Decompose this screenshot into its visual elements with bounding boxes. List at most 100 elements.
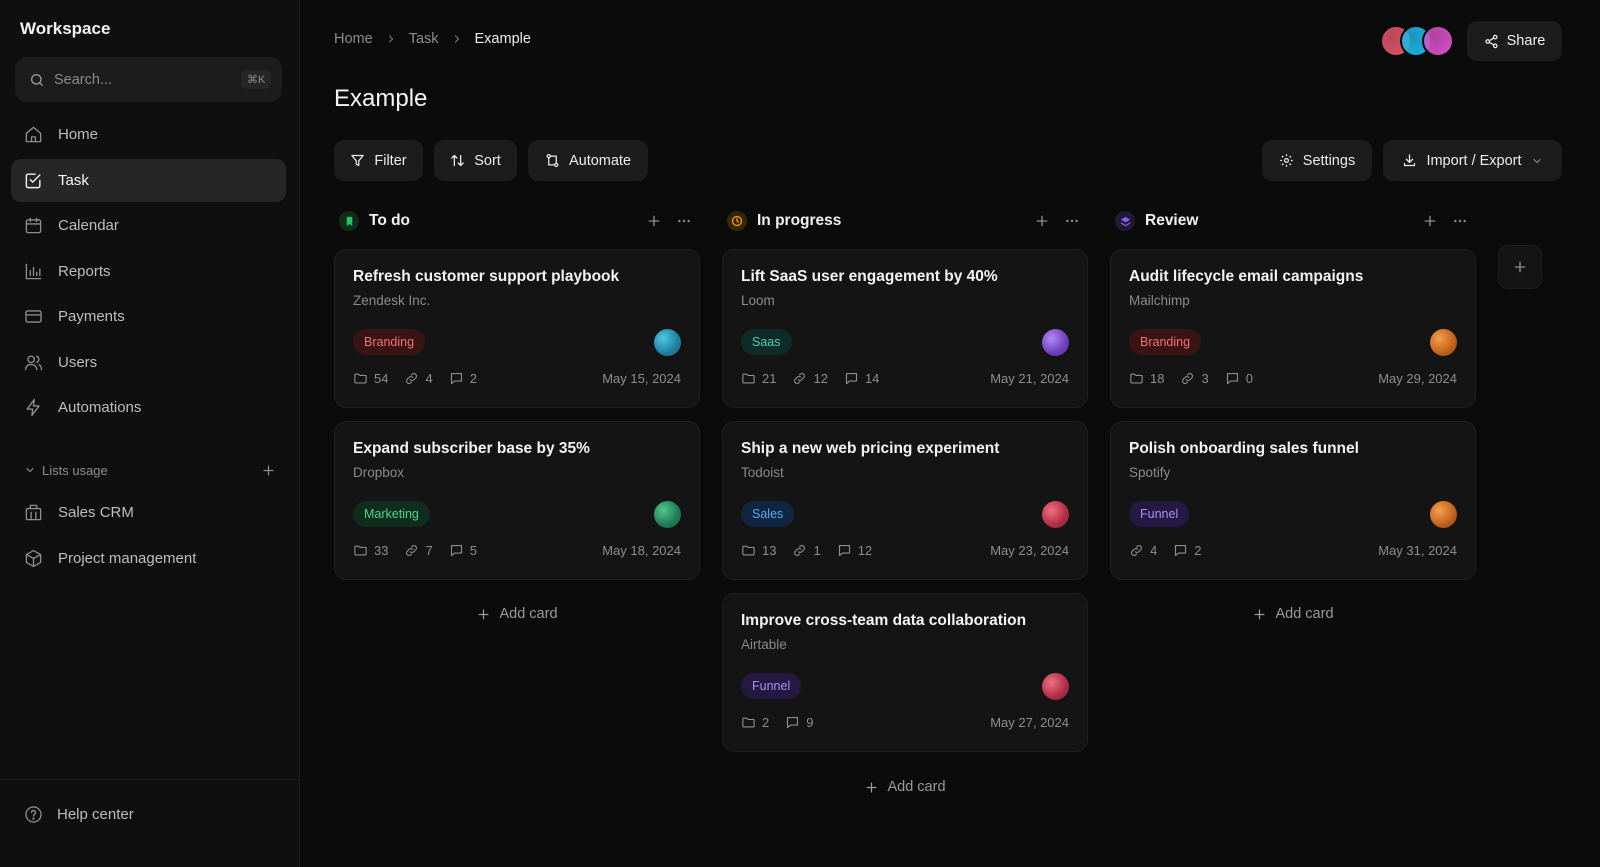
sidebar-item-label: Project management (58, 549, 197, 567)
tag-badge[interactable]: Branding (1129, 329, 1202, 355)
lightning-icon (24, 398, 44, 417)
breadcrumb-home[interactable]: Home (334, 31, 373, 47)
folder-icon (741, 371, 756, 386)
filter-button[interactable]: Filter (334, 140, 423, 181)
add-card-plus-icon[interactable] (646, 213, 662, 229)
import-export-button[interactable]: Import / Export (1383, 140, 1562, 181)
task-card[interactable]: Improve cross-team data collaboration Ai… (722, 593, 1088, 752)
share-button[interactable]: Share (1467, 21, 1562, 61)
sidebar-item-label: Payments (58, 308, 125, 325)
avatar[interactable] (1042, 501, 1069, 528)
add-card-plus-icon[interactable] (1034, 213, 1050, 229)
breadcrumb-current: Example (474, 31, 531, 47)
more-options-icon[interactable] (1452, 213, 1468, 229)
tag-badge[interactable]: Branding (353, 329, 426, 355)
sidebar-item-label: Users (58, 353, 98, 371)
plus-icon (864, 780, 879, 795)
task-card[interactable]: Lift SaaS user engagement by 40% Loom Sa… (722, 249, 1088, 408)
sidebar-nav: Home Task Calendar Reports Payments User… (11, 113, 286, 432)
card-meta: 33 7 5 (353, 543, 477, 558)
sidebar-item-home[interactable]: Home (11, 113, 286, 156)
comment-icon (1225, 371, 1240, 386)
sidebar-item-payments[interactable]: Payments (11, 295, 286, 338)
card-company: Todoist (741, 465, 784, 480)
card-date: May 27, 2024 (990, 715, 1069, 730)
comment-icon (449, 371, 464, 386)
tag-badge[interactable]: Marketing (353, 501, 430, 527)
add-card-plus-icon[interactable] (1422, 213, 1438, 229)
search-box[interactable]: ⌘K (15, 57, 282, 102)
folder-icon (741, 543, 756, 558)
box-icon (24, 549, 44, 568)
lists-usage-header: Lists usage (24, 458, 276, 482)
task-card[interactable]: Ship a new web pricing experiment Todois… (722, 421, 1088, 580)
settings-button[interactable]: Settings (1262, 140, 1372, 181)
card-company: Mailchimp (1129, 293, 1190, 308)
add-column-button[interactable] (1498, 245, 1542, 289)
sidebar-item-sales-crm[interactable]: Sales CRM (11, 491, 286, 534)
sidebar-item-automations[interactable]: Automations (11, 386, 286, 429)
breadcrumb-task[interactable]: Task (409, 31, 439, 47)
link-icon (1180, 371, 1195, 386)
comment-icon (785, 715, 800, 730)
card-title: Audit lifecycle email campaigns (1129, 268, 1364, 285)
tag-badge[interactable]: Sales (741, 501, 795, 527)
sidebar-item-label: Reports (58, 262, 111, 280)
lists-usage-toggle[interactable]: Lists usage (24, 463, 108, 478)
sidebar-item-task[interactable]: Task (11, 158, 286, 202)
tag-badge[interactable]: Funnel (741, 673, 802, 699)
card-company: Zendesk Inc. (353, 293, 431, 308)
more-options-icon[interactable] (1064, 213, 1080, 229)
avatar[interactable] (654, 501, 681, 528)
more-options-icon[interactable] (676, 213, 692, 229)
avatar (1422, 25, 1454, 57)
avatar[interactable] (1430, 501, 1457, 528)
tag-badge[interactable]: Funnel (1129, 501, 1190, 527)
task-card[interactable]: Audit lifecycle email campaigns Mailchim… (1110, 249, 1476, 408)
sidebar-item-project-management[interactable]: Project management (11, 537, 286, 580)
search-icon (29, 72, 45, 88)
search-input[interactable] (54, 71, 241, 88)
lists-usage-items: Sales CRM Project management (11, 491, 286, 582)
share-icon (1484, 34, 1499, 49)
avatar[interactable] (654, 329, 681, 356)
import-export-label: Import / Export (1426, 152, 1522, 169)
sidebar-item-users[interactable]: Users (11, 341, 286, 384)
task-card[interactable]: Polish onboarding sales funnel Spotify F… (1110, 421, 1476, 580)
add-card-button[interactable]: Add card (334, 599, 700, 629)
task-card[interactable]: Refresh customer support playbook Zendes… (334, 249, 700, 408)
page-title: Example (334, 85, 428, 112)
sidebar-item-reports[interactable]: Reports (11, 250, 286, 293)
plus-icon (1252, 607, 1267, 622)
add-list-plus-icon[interactable] (261, 463, 276, 478)
automate-workflow-icon (545, 153, 560, 168)
automate-button[interactable]: Automate (528, 140, 648, 181)
add-card-button[interactable]: Add card (722, 772, 1088, 802)
sort-button[interactable]: Sort (434, 140, 517, 181)
link-icon (404, 371, 419, 386)
collaborator-avatars[interactable] (1380, 25, 1456, 57)
clock-status-icon (727, 211, 747, 231)
avatar[interactable] (1430, 329, 1457, 356)
link-count: 4 (1150, 543, 1158, 558)
column-header-review: Review (1110, 207, 1476, 235)
column-title: In progress (757, 212, 842, 229)
comment-count: 2 (1194, 543, 1202, 558)
filter-icon (350, 153, 365, 168)
task-card[interactable]: Expand subscriber base by 35% Dropbox Ma… (334, 421, 700, 580)
sidebar-item-label: Sales CRM (58, 504, 134, 521)
sidebar-item-calendar[interactable]: Calendar (11, 204, 286, 247)
task-checkbox-icon (24, 171, 44, 190)
help-center-link[interactable]: Help center (24, 805, 134, 824)
card-company: Airtable (741, 637, 787, 652)
tag-badge[interactable]: Saas (741, 329, 792, 355)
card-title: Improve cross-team data collaboration (741, 612, 1027, 629)
comment-count: 5 (469, 543, 477, 558)
avatar[interactable] (1042, 329, 1069, 356)
add-card-button[interactable]: Add card (1110, 599, 1476, 629)
folder-count: 18 (1150, 371, 1165, 386)
breadcrumb: Home Task Example (334, 31, 531, 47)
chevron-down-icon (24, 464, 36, 476)
avatar[interactable] (1042, 673, 1069, 700)
column-header-todo: To do (334, 207, 700, 235)
